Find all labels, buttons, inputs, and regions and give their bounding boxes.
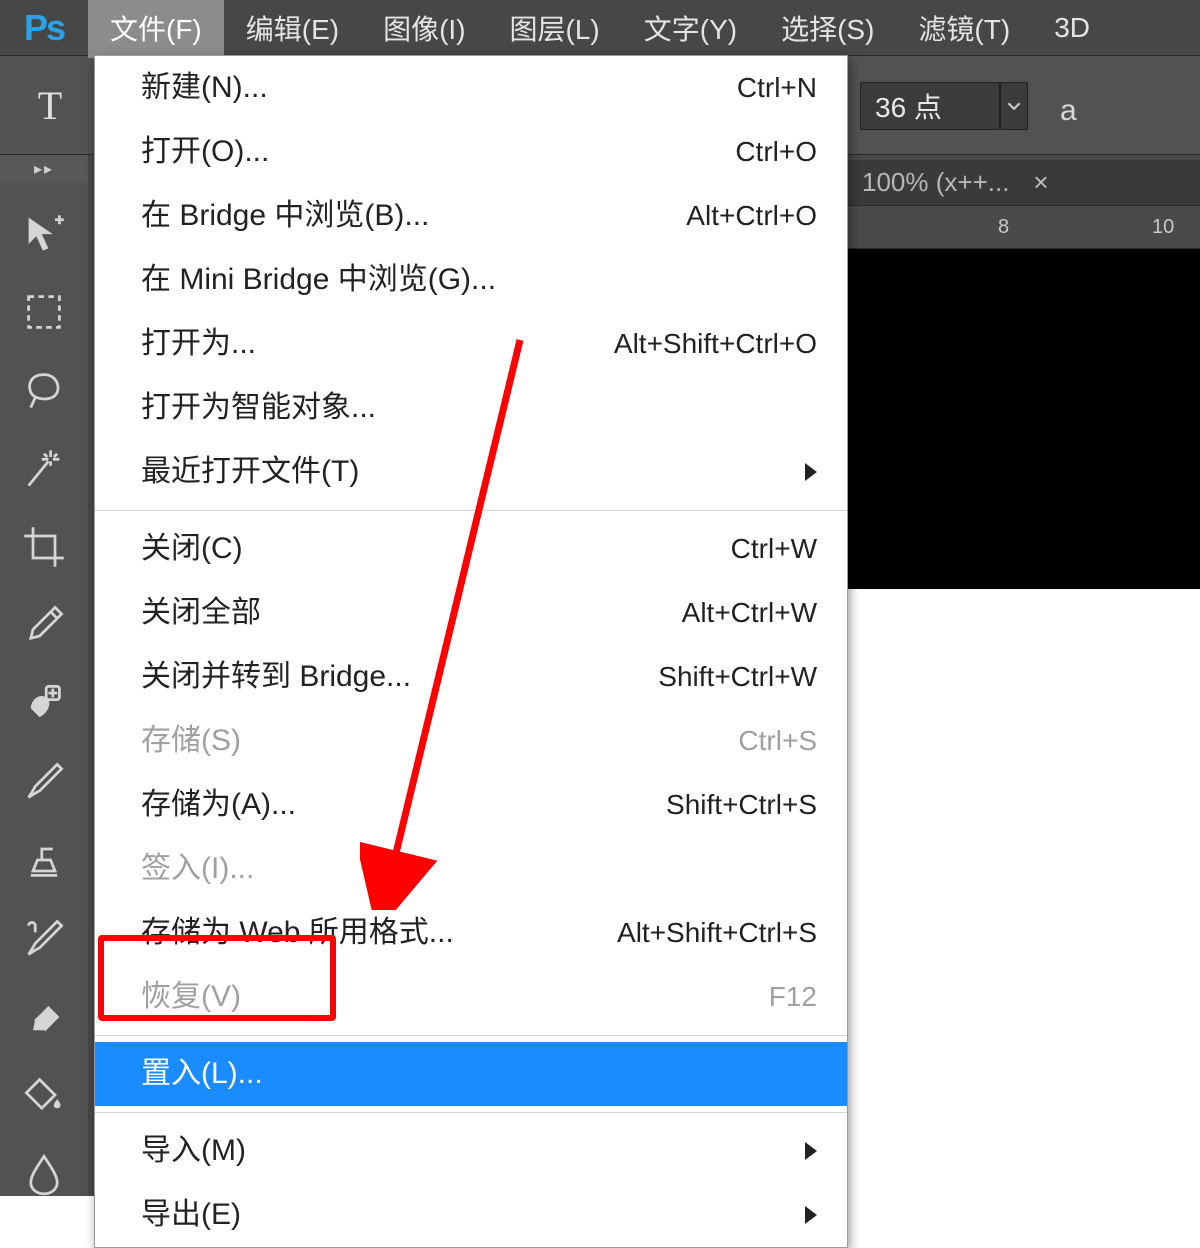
menu-separator — [95, 1035, 847, 1036]
menu-file[interactable]: 文件(F) — [88, 0, 224, 58]
menu-item-label: 关闭全部 — [141, 589, 261, 637]
menu-item-shortcut: Shift+Ctrl+W — [658, 655, 817, 700]
menu-item-label: 恢复(V) — [141, 973, 241, 1021]
menu-item-save-as[interactable]: 存储为(A)... Shift+Ctrl+S — [95, 773, 847, 837]
menu-item-close-to-bridge[interactable]: 关闭并转到 Bridge... Shift+Ctrl+W — [95, 645, 847, 709]
clone-stamp-tool-icon[interactable] — [13, 838, 75, 882]
menu-edit[interactable]: 编辑(E) — [224, 0, 361, 58]
menu-item-shortcut: Alt+Shift+Ctrl+O — [614, 322, 817, 367]
menu-item-label: 新建(N)... — [141, 64, 268, 112]
menu-item-label: 存储为(A)... — [141, 781, 296, 829]
menu-item-label: 关闭并转到 Bridge... — [141, 653, 411, 701]
marquee-tool-icon[interactable] — [13, 289, 75, 333]
tool-strip — [0, 183, 88, 1196]
menu-item-label: 导出(E) — [141, 1191, 241, 1239]
menu-item-shortcut: Alt+Shift+Ctrl+S — [617, 911, 817, 956]
menu-item-shortcut: Ctrl+N — [737, 66, 817, 111]
menubar: Ps 文件(F) 编辑(E) 图像(I) 图层(L) 文字(Y) 选择(S) 滤… — [0, 0, 1200, 55]
eyedropper-tool-icon[interactable] — [13, 603, 75, 647]
menu-item-label: 在 Mini Bridge 中浏览(G)... — [141, 256, 496, 304]
menu-item-shortcut: Ctrl+S — [738, 719, 817, 764]
submenu-arrow-icon — [805, 1142, 817, 1160]
menu-item-recent[interactable]: 最近打开文件(T) — [95, 440, 847, 504]
app-window: Ps 文件(F) 编辑(E) 图像(I) 图层(L) 文字(Y) 选择(S) 滤… — [0, 0, 1200, 1196]
menu-item-save[interactable]: 存储(S) Ctrl+S — [95, 709, 847, 773]
menu-item-close[interactable]: 关闭(C) Ctrl+W — [95, 517, 847, 581]
menu-layer[interactable]: 图层(L) — [488, 0, 622, 58]
menu-item-revert[interactable]: 恢复(V) F12 — [95, 965, 847, 1029]
menu-item-shortcut: Ctrl+W — [731, 527, 817, 572]
menu-item-close-all[interactable]: 关闭全部 Alt+Ctrl+W — [95, 581, 847, 645]
brush-tool-icon[interactable] — [13, 760, 75, 804]
document-tabbar: 100% (x++... × — [848, 160, 1200, 205]
menu-item-import[interactable]: 导入(M) — [95, 1119, 847, 1183]
menu-type[interactable]: 文字(Y) — [622, 0, 759, 58]
file-menu-dropdown: 新建(N)... Ctrl+N 打开(O)... Ctrl+O 在 Bridge… — [94, 55, 848, 1248]
menu-item-label: 打开(O)... — [141, 128, 269, 176]
menu-image[interactable]: 图像(I) — [361, 0, 487, 58]
anti-alias-icon[interactable]: a — [1060, 94, 1077, 128]
menu-item-label: 在 Bridge 中浏览(B)... — [141, 192, 429, 240]
menu-item-shortcut: Alt+Ctrl+O — [686, 194, 817, 239]
menu-item-open-as[interactable]: 打开为... Alt+Shift+Ctrl+O — [95, 312, 847, 376]
document-tab-title: 100% (x++... — [862, 167, 1009, 198]
menu-item-browse-mini-bridge[interactable]: 在 Mini Bridge 中浏览(G)... — [95, 248, 847, 312]
ruler-tick: 10 — [1152, 216, 1174, 239]
menu-item-new[interactable]: 新建(N)... Ctrl+N — [95, 56, 847, 120]
document-tab[interactable]: 100% (x++... × — [848, 160, 1063, 205]
menu-item-label: 打开为... — [141, 320, 256, 368]
blur-tool-icon[interactable] — [13, 1152, 75, 1196]
paint-bucket-tool-icon[interactable] — [13, 1073, 75, 1117]
close-icon[interactable]: × — [1033, 167, 1048, 198]
canvas-dark-area — [848, 249, 1200, 589]
ruler-tick: 8 — [998, 216, 1009, 239]
history-brush-tool-icon[interactable] — [13, 917, 75, 961]
menu-item-export[interactable]: 导出(E) — [95, 1183, 847, 1247]
submenu-arrow-icon — [805, 463, 817, 481]
menu-item-label: 关闭(C) — [141, 525, 243, 573]
menu-item-browse-bridge[interactable]: 在 Bridge 中浏览(B)... Alt+Ctrl+O — [95, 184, 847, 248]
menu-separator — [95, 510, 847, 511]
menu-item-label: 置入(L)... — [141, 1050, 263, 1098]
menu-item-label: 导入(M) — [141, 1127, 246, 1175]
menu-item-checkin[interactable]: 签入(I)... — [95, 837, 847, 901]
menu-item-label: 最近打开文件(T) — [141, 448, 359, 496]
menu-item-label: 存储(S) — [141, 717, 241, 765]
menu-item-shortcut: Ctrl+O — [735, 130, 817, 175]
ruler: 8 10 — [848, 205, 1200, 249]
menu-select[interactable]: 选择(S) — [759, 0, 896, 58]
menu-item-save-for-web[interactable]: 存储为 Web 所用格式... Alt+Shift+Ctrl+S — [95, 901, 847, 965]
menu-filter[interactable]: 滤镜(T) — [896, 0, 1032, 58]
sidebar-toggle[interactable]: ▸▸ — [0, 155, 88, 183]
canvas-area[interactable] — [848, 589, 1200, 1196]
menu-item-label: 签入(I)... — [141, 845, 254, 893]
menu-item-shortcut: F12 — [769, 975, 817, 1020]
menu-item-open-as-smart[interactable]: 打开为智能对象... — [95, 376, 847, 440]
menu-item-label: 打开为智能对象... — [141, 384, 376, 432]
type-tool-preset-icon[interactable]: T — [20, 82, 80, 129]
magic-wand-tool-icon[interactable] — [13, 446, 75, 490]
crop-tool-icon[interactable] — [13, 525, 75, 569]
submenu-arrow-icon — [805, 1206, 817, 1224]
menu-3d[interactable]: 3D — [1032, 2, 1112, 54]
menu-separator — [95, 1112, 847, 1113]
eraser-tool-icon[interactable] — [13, 995, 75, 1039]
menu-item-place[interactable]: 置入(L)... — [95, 1042, 847, 1106]
move-tool-icon[interactable] — [13, 211, 75, 255]
font-size-dropdown-icon[interactable] — [1000, 82, 1028, 130]
app-logo: Ps — [0, 7, 88, 49]
font-size-field[interactable]: 36 点 — [860, 82, 1000, 130]
menu-item-label: 存储为 Web 所用格式... — [141, 909, 454, 957]
healing-brush-tool-icon[interactable] — [13, 681, 75, 725]
lasso-tool-icon[interactable] — [13, 368, 75, 412]
menu-item-shortcut: Shift+Ctrl+S — [666, 783, 817, 828]
menu-item-shortcut: Alt+Ctrl+W — [682, 591, 817, 636]
menu-item-open[interactable]: 打开(O)... Ctrl+O — [95, 120, 847, 184]
